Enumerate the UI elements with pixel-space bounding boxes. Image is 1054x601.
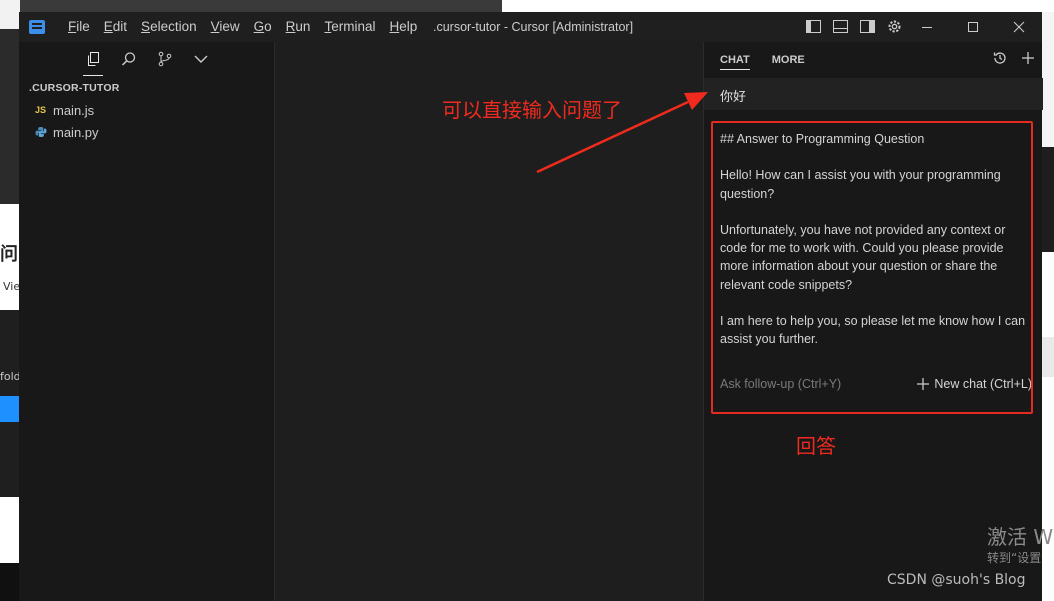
- menu-bar: File Edit Selection View Go Run Terminal Help: [61, 12, 424, 42]
- file-item-main-py[interactable]: main.py: [35, 121, 99, 143]
- search-icon[interactable]: [115, 42, 143, 76]
- toggle-panel-icon[interactable]: [832, 18, 849, 35]
- windows-activation-watermark: 激活 W: [987, 525, 1054, 549]
- menu-label-rest: iew: [219, 19, 240, 34]
- menu-label-rest: elp: [399, 19, 418, 34]
- menu-label-rest: erminal: [331, 19, 376, 34]
- bg-fragment: [1041, 337, 1054, 377]
- chat-actions: [992, 50, 1036, 70]
- bg-fragment: [1041, 252, 1054, 337]
- annotation-arrow-label: 可以直接输入问题了: [442, 98, 622, 122]
- menu-mnemonic: E: [103, 19, 113, 34]
- menu-label-rest: o: [264, 19, 272, 34]
- bg-fragment: [0, 497, 20, 563]
- chat-tabs: CHAT MORE: [720, 42, 805, 78]
- menu-run[interactable]: Run: [279, 12, 318, 42]
- windows-activation-watermark-sub: 转到“设置: [987, 551, 1042, 565]
- bg-fragment: [0, 396, 20, 422]
- close-icon[interactable]: [996, 12, 1042, 42]
- window-controls: [904, 12, 1042, 42]
- menu-terminal[interactable]: Terminal: [317, 12, 382, 42]
- tab-more[interactable]: MORE: [772, 42, 805, 78]
- menu-go[interactable]: Go: [247, 12, 279, 42]
- title-bar: File Edit Selection View Go Run Terminal Help .…: [19, 12, 1042, 42]
- bg-fragment: [1041, 147, 1054, 252]
- menu-mnemonic: S: [141, 19, 151, 34]
- menu-mnemonic: H: [389, 19, 400, 34]
- menu-file[interactable]: File: [61, 12, 97, 42]
- annotation-highlight-box: [711, 121, 1033, 414]
- editor-area[interactable]: [275, 42, 703, 601]
- background-window-fragment: [502, 0, 1054, 12]
- menu-help[interactable]: Help: [382, 12, 424, 42]
- screen: 问中 Vie fold FileEditSelectionViewGoRunTe…: [0, 0, 1054, 601]
- history-icon[interactable]: [992, 50, 1008, 70]
- bg-fragment: [0, 29, 20, 204]
- menu-mnemonic: R: [285, 19, 296, 34]
- file-name: main.py: [53, 124, 99, 140]
- toggle-primary-sidebar-icon[interactable]: [805, 18, 822, 35]
- file-name: main.js: [53, 102, 95, 118]
- menu-edit[interactable]: Edit: [97, 12, 134, 42]
- user-message: 你好: [704, 78, 1043, 110]
- menu-label-rest: dit: [112, 19, 128, 34]
- layout-controls: [805, 18, 903, 35]
- background-window-left: 问中 Vie fold: [0, 0, 20, 601]
- bg-text-fragment: 问中: [0, 244, 20, 265]
- settings-gear-icon[interactable]: [886, 18, 903, 35]
- python-file-icon: [35, 126, 47, 138]
- bg-fragment: [0, 563, 20, 601]
- toggle-secondary-sidebar-icon[interactable]: [859, 18, 876, 35]
- bg-fragment: 问中 Vie: [0, 204, 20, 310]
- maximize-icon[interactable]: [950, 12, 996, 42]
- file-item-main-js[interactable]: JS main.js: [35, 99, 94, 121]
- explorer-sidebar: .CURSOR-TUTOR JS main.js main.py: [19, 42, 275, 601]
- tab-chat[interactable]: CHAT: [720, 42, 750, 78]
- menu-view[interactable]: View: [204, 12, 247, 42]
- window-title: .cursor-tutor - Cursor [Administrator]: [433, 20, 634, 34]
- menu-mnemonic: G: [253, 19, 265, 34]
- javascript-file-icon: JS: [35, 105, 47, 115]
- source-control-icon[interactable]: [151, 42, 179, 76]
- sidebar-toolbar: [79, 42, 215, 76]
- add-icon[interactable]: [1020, 50, 1036, 70]
- menu-label-rest: election: [150, 19, 197, 34]
- app-logo-icon: [29, 20, 45, 34]
- annotation-box-label: 回答: [796, 434, 836, 458]
- menu-label-rest: un: [295, 19, 311, 34]
- csdn-watermark: CSDN @suoh's Blog: [887, 572, 1026, 588]
- chevron-down-icon[interactable]: [187, 42, 215, 76]
- menu-label-rest: ile: [76, 19, 90, 34]
- bg-fragment: [0, 0, 20, 29]
- menu-mnemonic: F: [68, 19, 77, 34]
- menu-selection[interactable]: Selection: [134, 12, 204, 42]
- bg-text-fragment: fold: [0, 370, 20, 383]
- explorer-files-icon[interactable]: [79, 42, 107, 76]
- folder-title[interactable]: .CURSOR-TUTOR: [29, 82, 120, 94]
- minimize-icon[interactable]: [904, 12, 950, 42]
